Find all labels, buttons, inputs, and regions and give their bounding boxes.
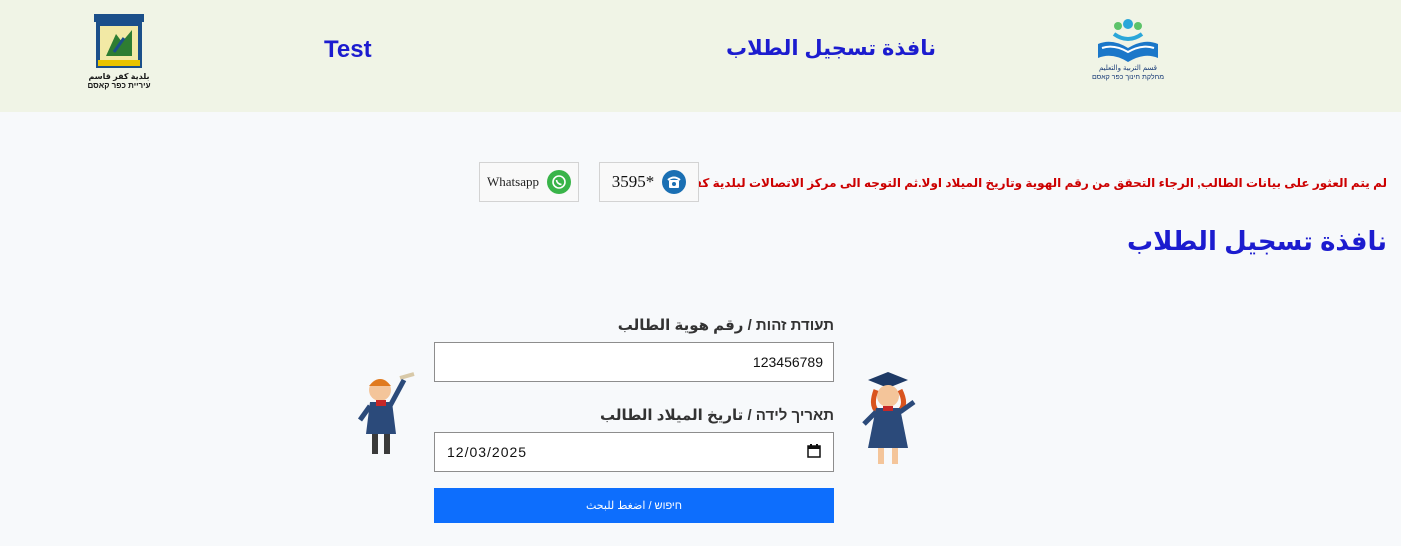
calendar-icon[interactable] xyxy=(807,443,821,461)
search-button[interactable]: חיפוש / اضغط للبحث xyxy=(434,488,834,523)
phone-contact-button[interactable]: 3595* xyxy=(599,162,699,202)
header-bar xyxy=(0,0,1401,112)
phone-number: 3595* xyxy=(611,172,655,191)
whatsapp-label: Whatsapp xyxy=(487,174,539,189)
birth-date-value: 12/03/2025 xyxy=(447,444,528,460)
whatsapp-icon xyxy=(546,170,571,194)
birth-date-input[interactable]: 12/03/2025 xyxy=(434,432,834,472)
page-title: نافذة تسجيل الطلاب xyxy=(1126,226,1387,256)
whatsapp-contact-button[interactable]: Whatsapp xyxy=(479,162,579,202)
graduate-boy-illustration xyxy=(357,372,415,454)
municipality-logo-text: بلدية كفر قاسم עיריית כפר קאסם xyxy=(87,72,151,90)
education-logo-text: قسم التربية والتعليم מחלקת חינוך כפר קאס… xyxy=(1091,65,1165,81)
telephone-icon xyxy=(662,170,687,194)
student-id-label: תעודת זהות / رقم هوية الطالب xyxy=(617,317,834,334)
test-label: Test xyxy=(324,36,372,63)
header-title: نافذة تسجيل الطلاب xyxy=(726,37,937,60)
graduate-girl-illustration xyxy=(862,372,916,464)
student-id-input[interactable] xyxy=(434,342,834,382)
birth-date-label: תאריך לידה / تاريخ الميلاد الطالب xyxy=(600,407,834,424)
not-found-notice: لم يتم العثور على بيانات الطالب, الرجاء … xyxy=(645,176,1387,190)
